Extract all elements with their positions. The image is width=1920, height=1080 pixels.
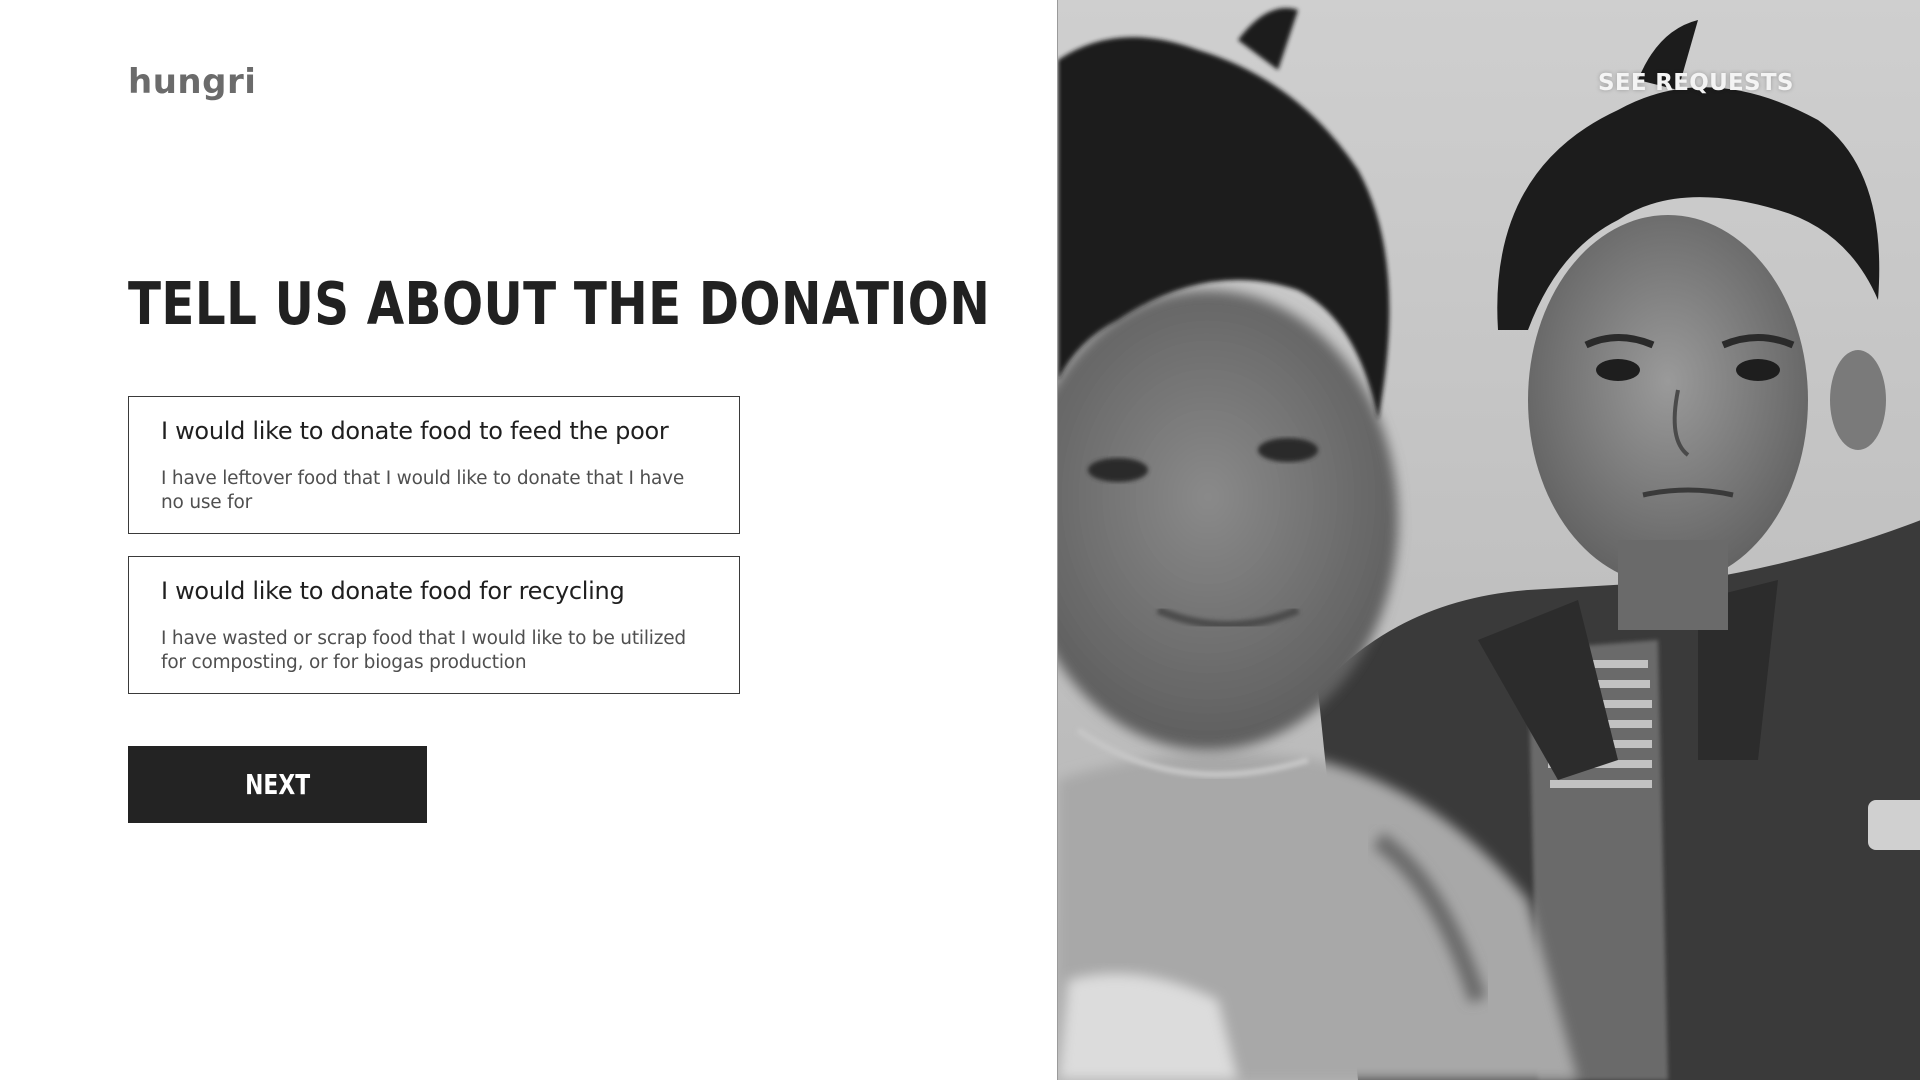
donation-form-pane: hungri TELL US ABOUT THE DONATION I woul… <box>0 0 1057 1080</box>
app-logo[interactable]: hungri <box>128 62 256 102</box>
see-requests-link[interactable]: SEE REQUESTS <box>1598 70 1794 96</box>
option-description: I have leftover food that I would like t… <box>161 468 685 513</box>
option-title: I would like to donate food to feed the … <box>161 417 669 445</box>
children-photo <box>1058 0 1920 1080</box>
donation-option-recycling[interactable]: I would like to donate food for recyclin… <box>128 556 740 694</box>
donation-option-feed-poor[interactable]: I would like to donate food to feed the … <box>128 396 740 534</box>
next-button[interactable]: NEXT <box>128 746 427 823</box>
hero-image <box>1057 0 1920 1080</box>
next-button-label: NEXT <box>245 768 310 801</box>
page: hungri TELL US ABOUT THE DONATION I woul… <box>0 0 1920 1080</box>
page-title: TELL US ABOUT THE DONATION <box>128 269 991 338</box>
option-title: I would like to donate food for recyclin… <box>161 577 625 605</box>
option-description: I have wasted or scrap food that I would… <box>161 628 686 673</box>
